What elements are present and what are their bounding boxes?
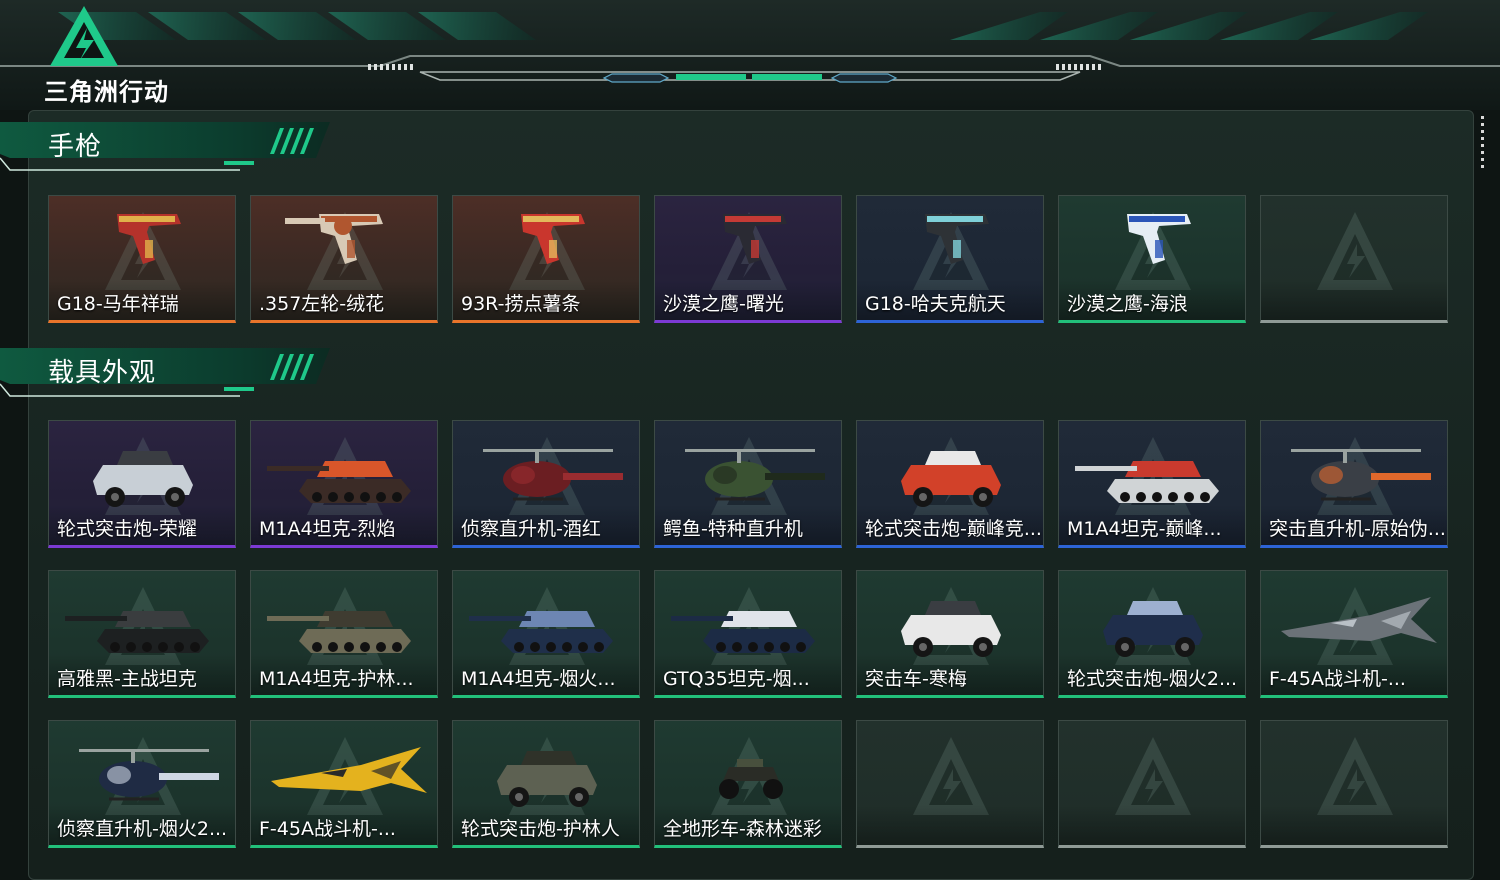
- item-name: 侦察直升机-烟火2...: [57, 818, 228, 840]
- item-card[interactable]: 鳄鱼-特种直升机: [654, 420, 842, 548]
- item-card[interactable]: 沙漠之鹰-曙光: [654, 195, 842, 323]
- section-header-pistols: 手枪: [0, 120, 340, 176]
- item-name: 轮式突击炮-护林人: [461, 818, 620, 840]
- item-name: G18-哈夫克航天: [865, 293, 1006, 315]
- item-name: 突击车-寒梅: [865, 668, 967, 690]
- empty-slot[interactable]: [1260, 720, 1448, 848]
- empty-slot[interactable]: [1058, 720, 1246, 848]
- item-card[interactable]: M1A4坦克-护林...: [250, 570, 438, 698]
- item-name: M1A4坦克-烈焰: [259, 518, 396, 540]
- item-card[interactable]: 93R-捞点薯条: [452, 195, 640, 323]
- item-card[interactable]: 全地形车-森林迷彩: [654, 720, 842, 848]
- card-shade: [1059, 805, 1245, 845]
- item-name: M1A4坦克-巅峰...: [1067, 518, 1222, 540]
- section-header-vehicles: 载具外观: [0, 346, 340, 402]
- item-name: 全地形车-森林迷彩: [663, 818, 822, 840]
- item-name: GTQ35坦克-烟...: [663, 668, 810, 690]
- item-name: 93R-捞点薯条: [461, 293, 581, 315]
- item-card[interactable]: 高雅黑-主战坦克: [48, 570, 236, 698]
- card-shade: [1261, 805, 1447, 845]
- item-card[interactable]: F-45A战斗机-...: [250, 720, 438, 848]
- item-name: 高雅黑-主战坦克: [57, 668, 197, 690]
- scrollbar[interactable]: [1481, 116, 1485, 182]
- empty-slot[interactable]: [856, 720, 1044, 848]
- item-name: 侦察直升机-酒红: [461, 518, 601, 540]
- item-card[interactable]: F-45A战斗机-...: [1260, 570, 1448, 698]
- item-card[interactable]: 轮式突击炮-护林人: [452, 720, 640, 848]
- card-shade: [857, 805, 1043, 845]
- item-name: 轮式突击炮-烟火2...: [1067, 668, 1238, 690]
- item-name: 鳄鱼-特种直升机: [663, 518, 803, 540]
- item-name: M1A4坦克-护林...: [259, 668, 414, 690]
- item-name: F-45A战斗机-...: [1269, 668, 1406, 690]
- item-name: .357左轮-绒花: [259, 293, 385, 315]
- item-card[interactable]: 轮式突击炮-烟火2...: [1058, 570, 1246, 698]
- item-name: 轮式突击炮-巅峰竞...: [865, 518, 1042, 540]
- item-card[interactable]: GTQ35坦克-烟...: [654, 570, 842, 698]
- item-card[interactable]: 沙漠之鹰-海浪: [1058, 195, 1246, 323]
- item-card[interactable]: M1A4坦克-烟火...: [452, 570, 640, 698]
- item-card[interactable]: G18-马年祥瑞: [48, 195, 236, 323]
- section-title: 手枪: [48, 132, 103, 162]
- item-name: 沙漠之鹰-曙光: [663, 293, 784, 315]
- item-card[interactable]: G18-哈夫克航天: [856, 195, 1044, 323]
- item-card[interactable]: M1A4坦克-烈焰: [250, 420, 438, 548]
- item-card[interactable]: 轮式突击炮-荣耀: [48, 420, 236, 548]
- item-card[interactable]: 侦察直升机-酒红: [452, 420, 640, 548]
- item-name: 突击直升机-原始伪...: [1269, 518, 1446, 540]
- top-banner: 三角洲行动: [0, 0, 1500, 110]
- item-name: 沙漠之鹰-海浪: [1067, 293, 1188, 315]
- section-title: 载具外观: [48, 358, 157, 388]
- item-card[interactable]: M1A4坦克-巅峰...: [1058, 420, 1246, 548]
- item-name: 轮式突击炮-荣耀: [57, 518, 197, 540]
- item-card[interactable]: 突击车-寒梅: [856, 570, 1044, 698]
- logo-text: 三角洲行动: [44, 78, 169, 106]
- empty-slot[interactable]: [1260, 195, 1448, 323]
- item-name: G18-马年祥瑞: [57, 293, 179, 315]
- item-card[interactable]: 轮式突击炮-巅峰竞...: [856, 420, 1044, 548]
- item-card[interactable]: 突击直升机-原始伪...: [1260, 420, 1448, 548]
- item-card[interactable]: 侦察直升机-烟火2...: [48, 720, 236, 848]
- item-card[interactable]: .357左轮-绒花: [250, 195, 438, 323]
- item-name: F-45A战斗机-...: [259, 818, 396, 840]
- card-shade: [1261, 280, 1447, 320]
- item-name: M1A4坦克-烟火...: [461, 668, 616, 690]
- banner-decoration: [0, 0, 1500, 110]
